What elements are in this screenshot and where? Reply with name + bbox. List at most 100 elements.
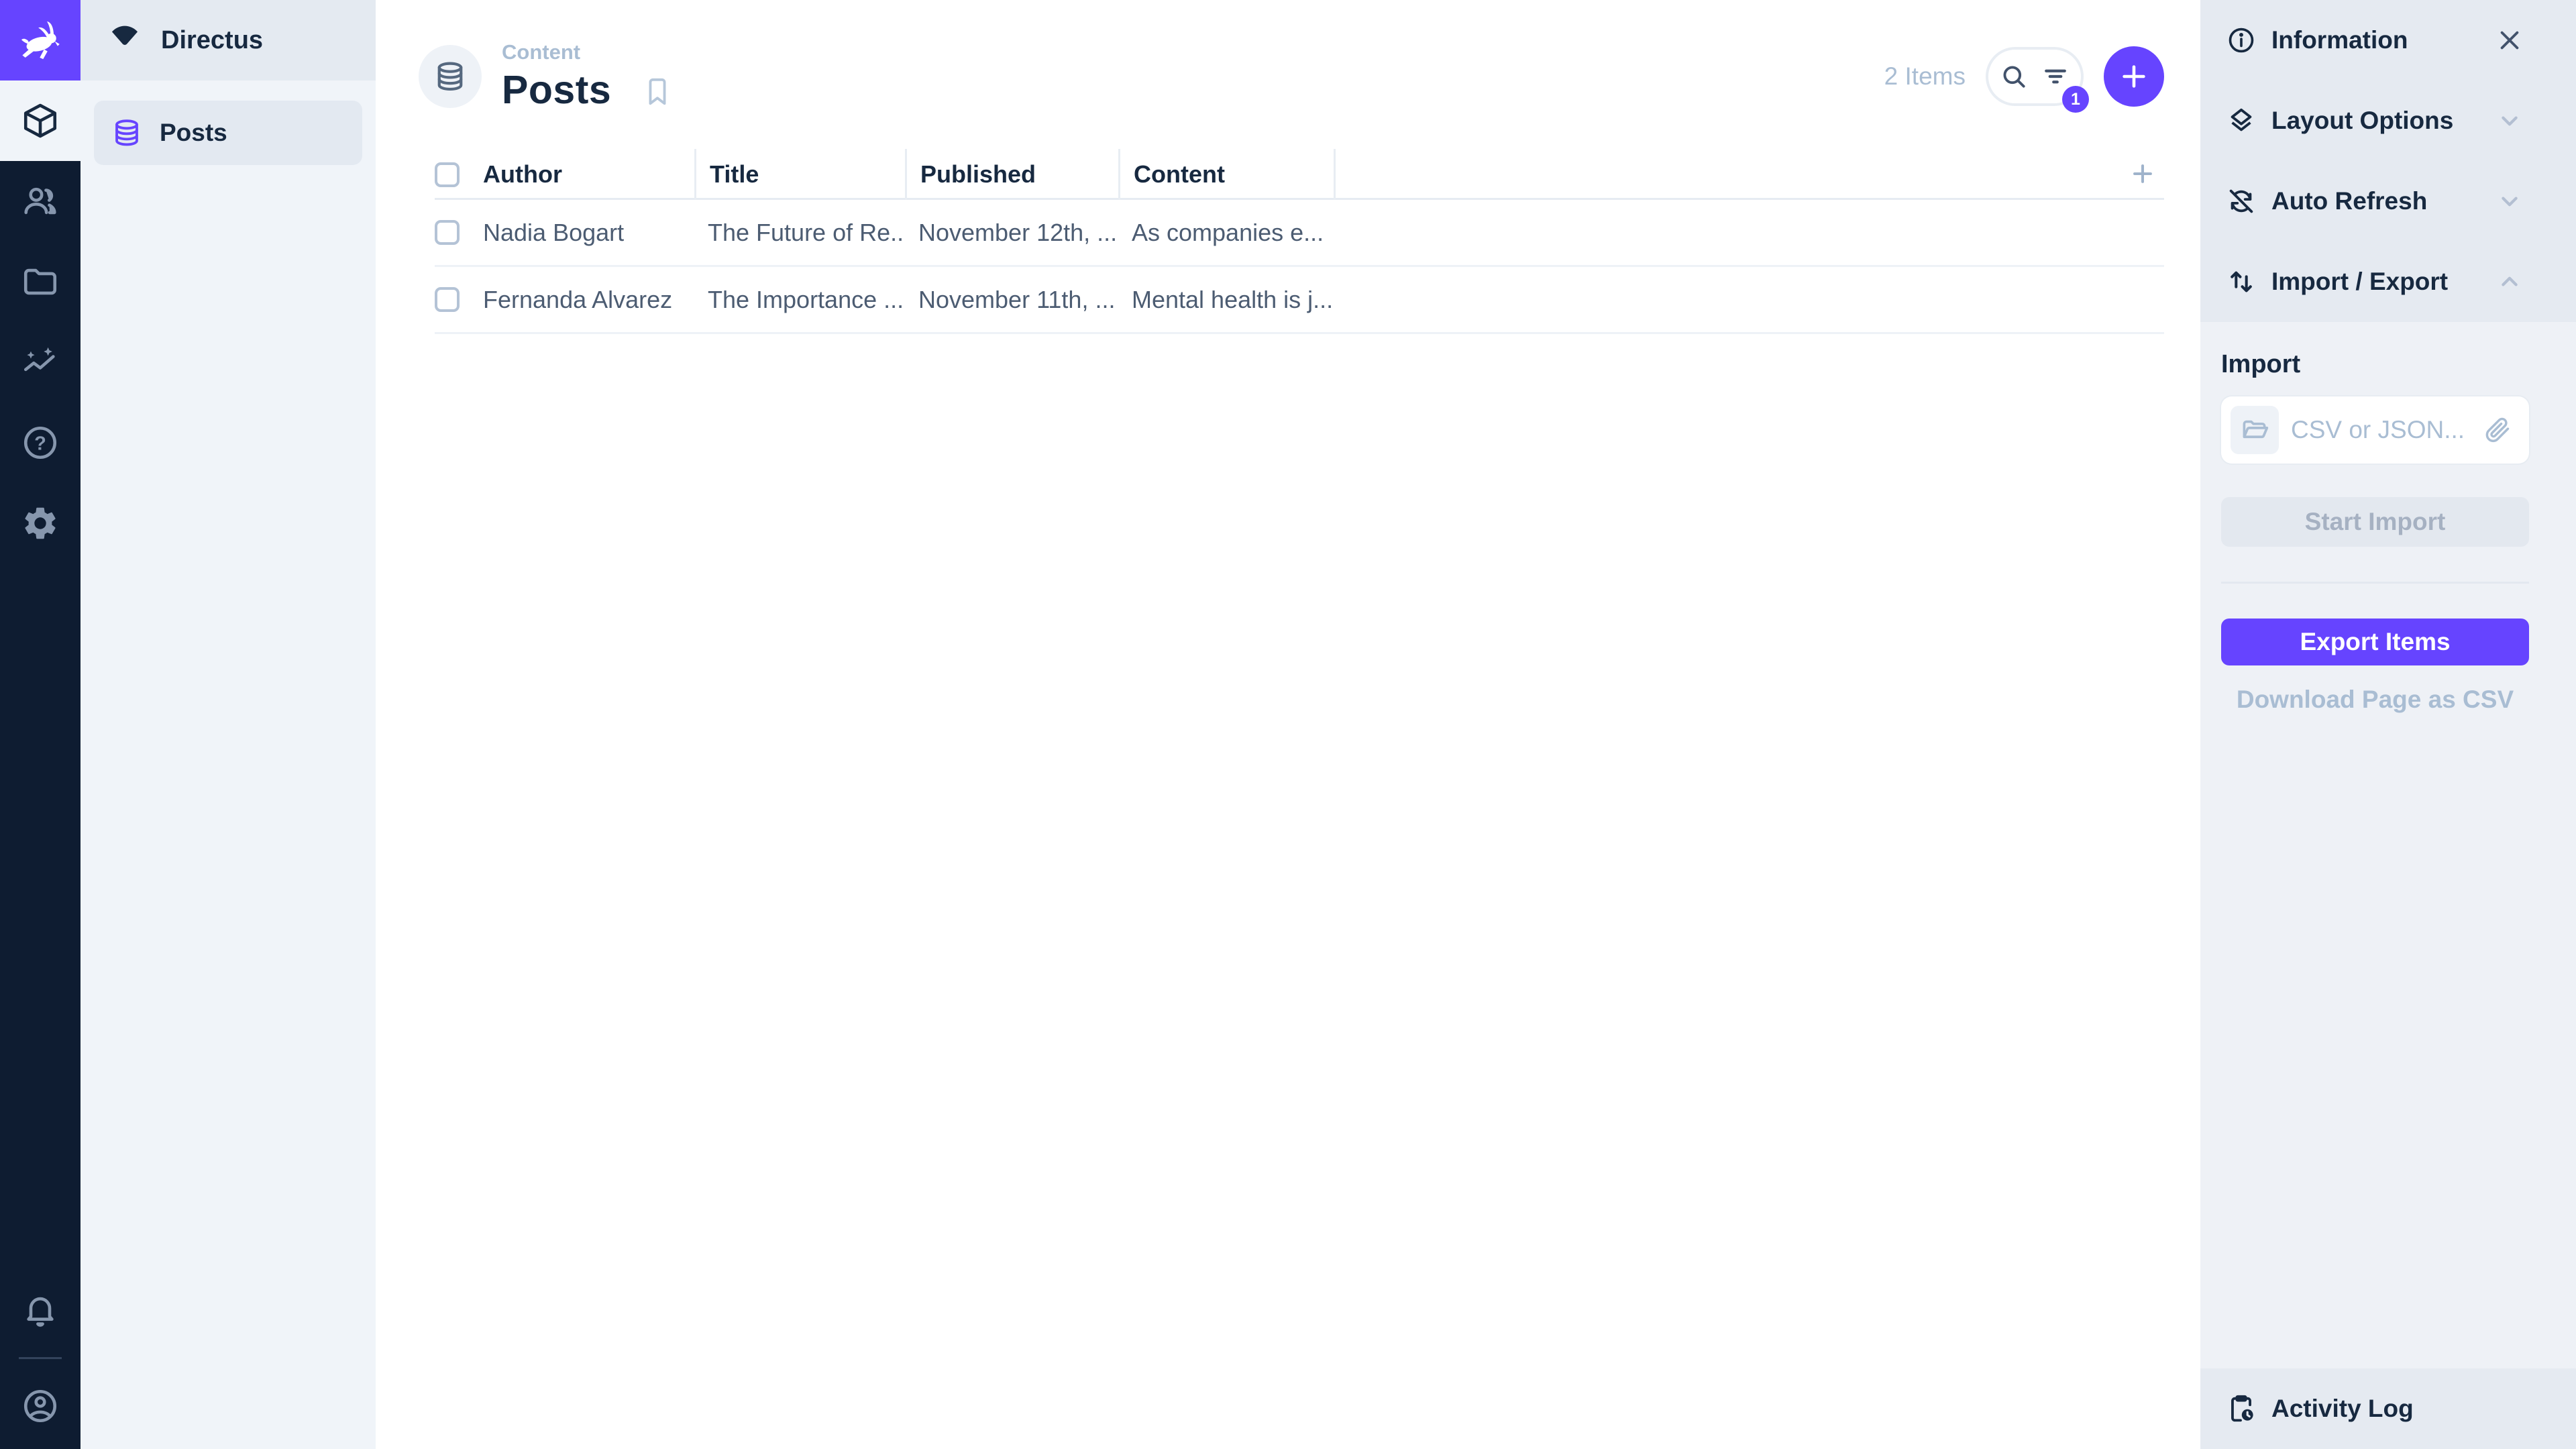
section-label: Import / Export [2271, 268, 2481, 296]
import-export-panel: Import Start Import Export Items Downloa… [2200, 322, 2576, 741]
activity-log-button[interactable]: Activity Log [2200, 1368, 2576, 1449]
svg-text:?: ? [34, 433, 46, 454]
page-title: Posts [502, 67, 611, 113]
import-file-input[interactable] [2291, 416, 2465, 444]
section-label: Information [2271, 26, 2481, 54]
cell-author: Fernanda Alvarez [483, 286, 694, 314]
sidebar-item-label: Posts [160, 119, 227, 147]
avatar-icon [21, 1387, 60, 1426]
row-checkbox[interactable] [435, 287, 460, 312]
module-help[interactable]: ? [0, 402, 80, 483]
search-icon[interactable] [1999, 62, 2029, 91]
box-icon [21, 101, 60, 140]
sidebar-spacer [2200, 741, 2576, 1368]
row-checkbox[interactable] [435, 220, 460, 245]
cell-title: The Future of Re... [694, 219, 905, 247]
search-filter-pill: 1 [1986, 47, 2084, 106]
gear-icon [21, 504, 60, 543]
close-icon[interactable] [2496, 26, 2524, 54]
column-header-content[interactable]: Content [1118, 149, 1334, 200]
plus-icon [2118, 61, 2149, 92]
module-users[interactable] [0, 161, 80, 241]
select-all-cell [435, 162, 483, 187]
chevron-down-icon [2496, 187, 2524, 215]
directus-logo[interactable] [0, 0, 80, 80]
people-icon [21, 182, 60, 221]
collection-icon-button[interactable] [419, 45, 482, 108]
cell-content: As companies e... [1118, 219, 1334, 247]
folder-icon [21, 262, 60, 301]
project-name: Directus [161, 26, 263, 55]
folder-open-icon[interactable] [2231, 406, 2279, 454]
sidebar-section-information[interactable]: Information [2200, 0, 2576, 80]
rabbit-icon [16, 16, 64, 64]
filter-count-badge[interactable]: 1 [2062, 86, 2089, 113]
add-column-icon[interactable] [2128, 159, 2157, 189]
chevron-down-icon [2496, 107, 2524, 135]
clipboard-clock-icon [2226, 1393, 2257, 1424]
paperclip-icon[interactable] [2482, 415, 2512, 445]
cell-content: Mental health is j... [1118, 286, 1334, 314]
select-all-checkbox[interactable] [435, 162, 460, 187]
main-content: Content Posts 2 Items [376, 0, 2200, 1449]
items-count: 2 Items [1884, 62, 1966, 91]
project-header[interactable]: Directus [80, 0, 376, 80]
sidebar-section-auto-refresh[interactable]: Auto Refresh [2200, 161, 2576, 241]
fan-icon [107, 23, 142, 58]
module-insights[interactable] [0, 322, 80, 402]
help-icon: ? [21, 423, 60, 462]
sidebar-section-layout-options[interactable]: Layout Options [2200, 80, 2576, 161]
chevron-up-icon [2496, 268, 2524, 296]
export-items-button[interactable]: Export Items [2221, 619, 2529, 665]
layers-icon [2226, 105, 2257, 136]
database-icon [111, 117, 142, 148]
table-row[interactable]: Nadia Bogart The Future of Re... Novembe… [435, 200, 2164, 267]
column-header-title[interactable]: Title [694, 149, 905, 200]
start-import-button[interactable]: Start Import [2221, 497, 2529, 547]
cell-title: The Importance ... [694, 286, 905, 314]
module-bar: ? [0, 0, 80, 1449]
header-actions: 2 Items 1 [1884, 46, 2164, 107]
row-select-cell [435, 287, 483, 312]
import-file-field[interactable] [2221, 396, 2529, 464]
divider [2221, 582, 2529, 584]
column-header-published[interactable]: Published [905, 149, 1118, 200]
right-sidebar: Information Layout Options [2200, 0, 2576, 1449]
filter-icon[interactable] [2041, 62, 2070, 91]
table-header-row: Author Title Published Content [435, 149, 2164, 200]
sidebar-section-import-export[interactable]: Import / Export [2200, 241, 2576, 322]
notifications-button[interactable] [0, 1270, 80, 1350]
module-settings[interactable] [0, 483, 80, 564]
breadcrumb[interactable]: Content [502, 40, 611, 64]
download-csv-link[interactable]: Download Page as CSV [2221, 686, 2529, 714]
cell-published: November 11th, ... [905, 286, 1118, 314]
module-bar-divider [19, 1357, 62, 1359]
insights-chart-icon [21, 343, 60, 382]
add-item-button[interactable] [2104, 46, 2164, 107]
sidebar-item-posts[interactable]: Posts [94, 101, 362, 165]
bookmark-icon[interactable] [642, 76, 673, 113]
section-label: Auto Refresh [2271, 187, 2481, 215]
activity-log-label: Activity Log [2271, 1395, 2414, 1423]
bell-icon [21, 1291, 60, 1330]
import-label: Import [2221, 350, 2529, 379]
title-block: Content Posts [502, 40, 611, 113]
column-header-spacer [1334, 149, 2164, 200]
database-icon [433, 60, 467, 93]
items-table: Author Title Published Content Nadia Bog… [435, 149, 2164, 334]
cell-author: Nadia Bogart [483, 219, 694, 247]
page-header: Content Posts 2 Items [376, 0, 2200, 140]
user-avatar-button[interactable] [0, 1366, 80, 1446]
cell-published: November 12th, ... [905, 219, 1118, 247]
section-label: Layout Options [2271, 107, 2481, 135]
navigation-panel: Directus Posts [80, 0, 376, 1449]
module-files[interactable] [0, 241, 80, 322]
row-select-cell [435, 220, 483, 245]
column-header-author[interactable]: Author [483, 160, 694, 189]
table-row[interactable]: Fernanda Alvarez The Importance ... Nove… [435, 267, 2164, 334]
module-content[interactable] [0, 80, 80, 161]
collections-nav: Posts [80, 80, 376, 185]
sync-off-icon [2226, 186, 2257, 217]
swap-vertical-icon [2226, 266, 2257, 297]
info-icon [2226, 25, 2257, 56]
